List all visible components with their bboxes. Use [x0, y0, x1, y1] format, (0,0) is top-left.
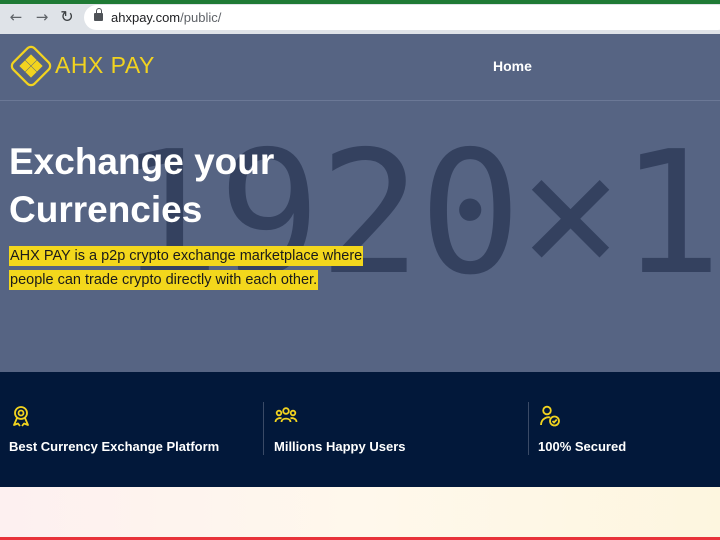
url-path: /public/ — [180, 10, 222, 25]
features-band: Best Currency Exchange Platform Millions… — [0, 372, 720, 487]
ahx-logo-icon[interactable] — [9, 44, 53, 88]
back-arrow-icon[interactable]: ← — [7, 8, 25, 26]
feature-label: Millions Happy Users — [274, 439, 406, 454]
header-divider — [0, 100, 720, 101]
user-shield-icon — [540, 405, 560, 427]
award-medal-icon — [13, 406, 29, 427]
feature-label: Best Currency Exchange Platform — [9, 439, 220, 454]
feature-label: 100% Secured — [538, 439, 627, 454]
nav-home-link[interactable]: Home — [493, 58, 532, 74]
forward-arrow-icon[interactable]: → — [33, 8, 51, 26]
hero-title-line1: Exchange your — [9, 141, 275, 182]
feature-divider — [528, 402, 529, 455]
hero-section: 1920×12 AHX PAY Home Exchange your Curre… — [0, 34, 720, 372]
browser-toolbar: ← → ↻ ahxpay.com/public/ — [0, 0, 720, 34]
hero-description-line2: people can trade crypto directly with ea… — [9, 270, 319, 290]
users-group-icon — [274, 407, 298, 423]
lock-icon[interactable] — [94, 8, 103, 21]
address-bar[interactable]: ahxpay.com/public/ — [84, 5, 720, 30]
hero-description: AHX PAY is a p2p crypto exchange marketp… — [9, 244, 409, 292]
reload-icon[interactable]: ↻ — [58, 8, 76, 26]
hero-title-line2: Currencies — [9, 189, 203, 230]
url-host: ahxpay.com — [111, 10, 181, 25]
brand-name[interactable]: AHX PAY — [55, 52, 155, 79]
feature-divider — [263, 402, 264, 455]
next-section-strip — [0, 487, 720, 540]
hero-title: Exchange your Currencies — [9, 138, 429, 234]
hero-description-line1: AHX PAY is a p2p crypto exchange marketp… — [9, 246, 364, 266]
url-text[interactable]: ahxpay.com/public/ — [111, 10, 221, 25]
browser-top-bar — [0, 0, 720, 4]
